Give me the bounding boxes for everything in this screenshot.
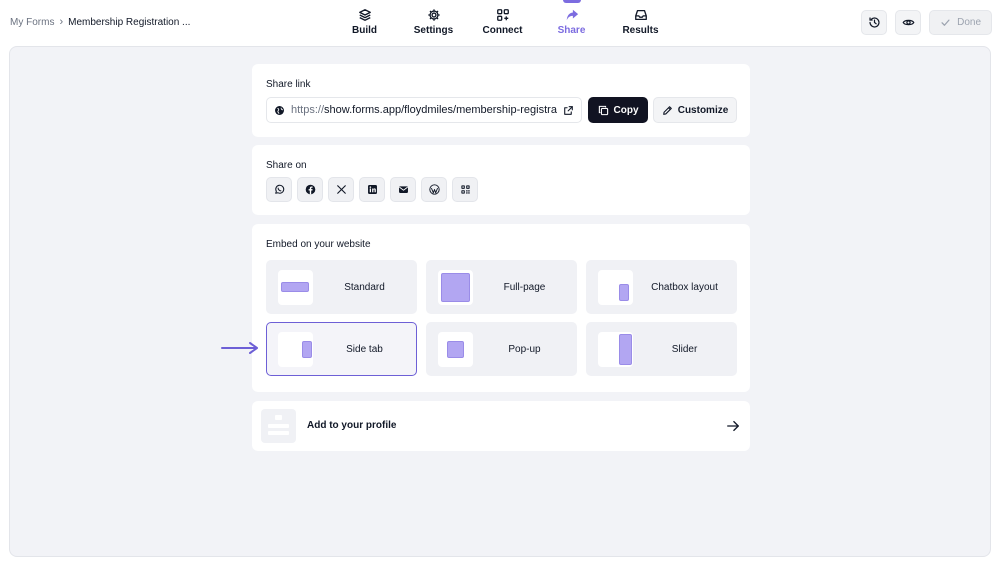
linkedin-icon	[367, 185, 377, 194]
add-to-profile-label: Add to your profile	[307, 420, 397, 431]
breadcrumb: My Forms › Membership Registration ...	[10, 16, 190, 28]
profile-thumbnail-icon	[261, 409, 296, 443]
embed-option-full-page[interactable]: Full-page	[426, 260, 577, 314]
globe-icon	[275, 105, 284, 115]
share-link-prefix: https://	[291, 104, 325, 116]
embed-option-side-tab[interactable]: Side tab	[266, 322, 417, 376]
slider-thumbnail	[598, 332, 633, 367]
tab-build-label: Build	[352, 25, 377, 36]
history-button[interactable]	[861, 10, 888, 35]
embed-option-chatbox-layout[interactable]: Chatbox layout	[586, 260, 737, 314]
pop-up-thumbnail	[438, 332, 473, 367]
share-on-card: Share on	[252, 145, 750, 215]
embed-option-label: Full-page	[503, 281, 546, 293]
embed-option-label: Side tab	[346, 343, 383, 355]
add-to-profile-card[interactable]: Add to your profile	[252, 401, 750, 451]
top-right-actions: Done	[861, 10, 992, 35]
layers-icon	[358, 9, 371, 21]
tab-build[interactable]: Build	[330, 0, 399, 46]
grid-plus-icon	[496, 9, 509, 21]
share-link-url: show.forms.app/floydmiles/membership-reg…	[324, 104, 557, 116]
tab-share[interactable]: Share	[537, 0, 606, 46]
check-icon	[941, 19, 950, 26]
arrow-right-icon	[727, 420, 739, 432]
share-wordpress-button[interactable]	[421, 177, 447, 202]
done-label: Done	[957, 17, 981, 28]
tab-results[interactable]: Results	[606, 0, 675, 46]
pointer-arrow-icon	[221, 342, 258, 354]
tab-share-label: Share	[557, 25, 586, 36]
history-icon	[869, 17, 880, 28]
wordpress-icon	[428, 184, 440, 195]
copy-button[interactable]: Copy	[588, 97, 648, 123]
share-x-button[interactable]	[328, 177, 354, 202]
qr-code-icon	[460, 185, 470, 194]
standard-thumbnail	[278, 270, 313, 305]
eye-icon	[902, 19, 915, 26]
embed-option-label: Standard	[344, 281, 385, 293]
breadcrumb-current-form: Membership Registration ...	[68, 16, 191, 28]
share-canvas: Share link https://show.forms.app/floydm…	[9, 46, 991, 557]
share-on-title: Share on	[266, 160, 307, 171]
embed-options-grid: Standard Full-page Chatbox layout Side t…	[266, 260, 737, 376]
full-page-thumbnail	[438, 270, 473, 305]
share-link-title: Share link	[266, 79, 311, 90]
breadcrumb-my-forms[interactable]: My Forms	[10, 17, 54, 28]
preview-button[interactable]	[895, 10, 922, 35]
copy-icon	[598, 105, 608, 115]
main-nav: Build Settings Connect Share Results	[330, 0, 675, 46]
share-arrow-icon	[566, 9, 578, 21]
embed-option-slider[interactable]: Slider	[586, 322, 737, 376]
embed-option-label: Pop-up	[508, 343, 541, 355]
embed-option-standard[interactable]: Standard	[266, 260, 417, 314]
whatsapp-icon	[274, 184, 284, 194]
top-bar: My Forms › Membership Registration ... B…	[0, 0, 1000, 46]
social-buttons	[266, 177, 478, 202]
pencil-icon	[662, 105, 672, 115]
share-link-card: Share link https://show.forms.app/floydm…	[252, 64, 750, 137]
tab-settings-label: Settings	[413, 25, 454, 36]
embed-title: Embed on your website	[266, 239, 371, 250]
tab-connect-label: Connect	[482, 25, 523, 36]
share-link-field[interactable]: https://show.forms.app/floydmiles/member…	[266, 97, 582, 123]
gear-icon	[427, 9, 440, 21]
embed-option-label: Chatbox layout	[651, 281, 718, 293]
share-qr-code-button[interactable]	[452, 177, 478, 202]
embed-card: Embed on your website Standard Full-page…	[252, 224, 750, 392]
facebook-icon	[305, 184, 315, 195]
share-email-button[interactable]	[390, 177, 416, 202]
inbox-icon	[634, 9, 647, 21]
share-facebook-button[interactable]	[297, 177, 323, 202]
share-linkedin-button[interactable]	[359, 177, 385, 202]
share-whatsapp-button[interactable]	[266, 177, 292, 202]
tab-connect[interactable]: Connect	[468, 0, 537, 46]
breadcrumb-separator: ›	[59, 16, 64, 28]
copy-label: Copy	[613, 104, 639, 116]
tab-results-label: Results	[622, 25, 659, 36]
chatbox-thumbnail	[598, 270, 633, 305]
embed-option-pop-up[interactable]: Pop-up	[426, 322, 577, 376]
external-link-icon[interactable]	[563, 105, 574, 116]
customize-label: Customize	[677, 104, 729, 116]
side-tab-thumbnail	[278, 332, 313, 367]
tab-settings[interactable]: Settings	[399, 0, 468, 46]
done-button[interactable]: Done	[929, 10, 992, 35]
embed-option-label: Slider	[671, 343, 698, 355]
email-icon	[398, 186, 408, 193]
x-icon	[336, 185, 346, 194]
customize-button[interactable]: Customize	[653, 97, 737, 123]
